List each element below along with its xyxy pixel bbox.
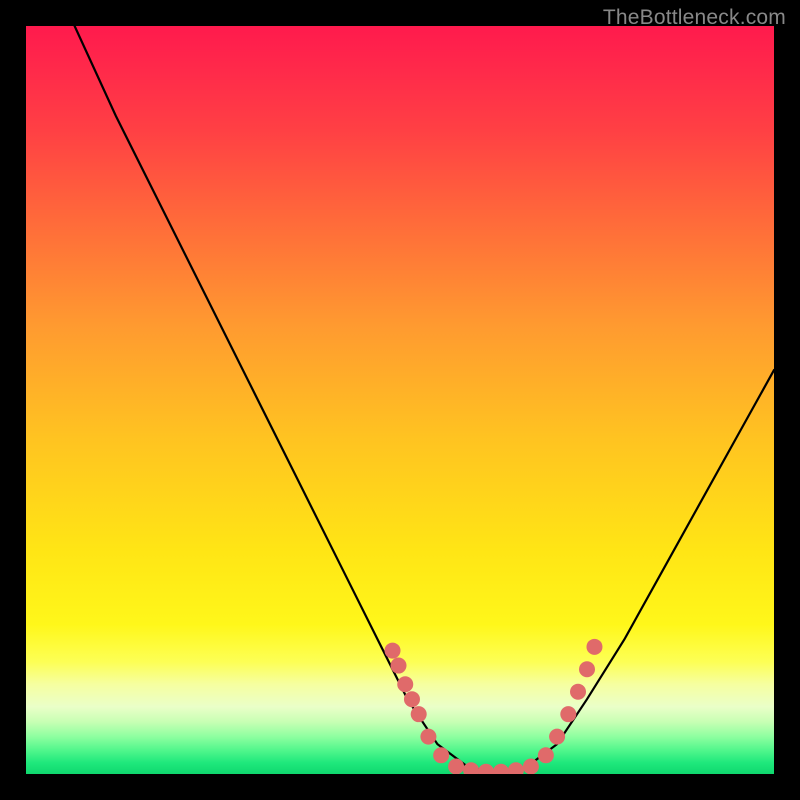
marker-dot bbox=[385, 643, 401, 659]
marker-dot bbox=[549, 729, 565, 745]
curve-right bbox=[497, 370, 774, 774]
marker-dot bbox=[493, 764, 509, 774]
watermark-text: TheBottleneck.com bbox=[603, 6, 786, 30]
marker-dot bbox=[391, 658, 407, 674]
plot-area bbox=[26, 26, 774, 774]
chart-frame: TheBottleneck.com bbox=[0, 0, 800, 800]
marker-dot bbox=[508, 762, 524, 774]
marker-cluster bbox=[385, 639, 603, 774]
marker-dot bbox=[448, 759, 464, 774]
bottleneck-curve bbox=[75, 26, 774, 774]
marker-dot bbox=[397, 676, 413, 692]
marker-dot bbox=[579, 661, 595, 677]
marker-dot bbox=[404, 691, 420, 707]
curve-left bbox=[75, 26, 498, 774]
marker-dot bbox=[560, 706, 576, 722]
marker-dot bbox=[538, 747, 554, 763]
marker-dot bbox=[586, 639, 602, 655]
plot-svg bbox=[26, 26, 774, 774]
marker-dot bbox=[570, 684, 586, 700]
marker-dot bbox=[523, 759, 539, 774]
marker-dot bbox=[433, 747, 449, 763]
marker-dot bbox=[411, 706, 427, 722]
marker-dot bbox=[420, 729, 436, 745]
marker-dot bbox=[478, 764, 494, 774]
